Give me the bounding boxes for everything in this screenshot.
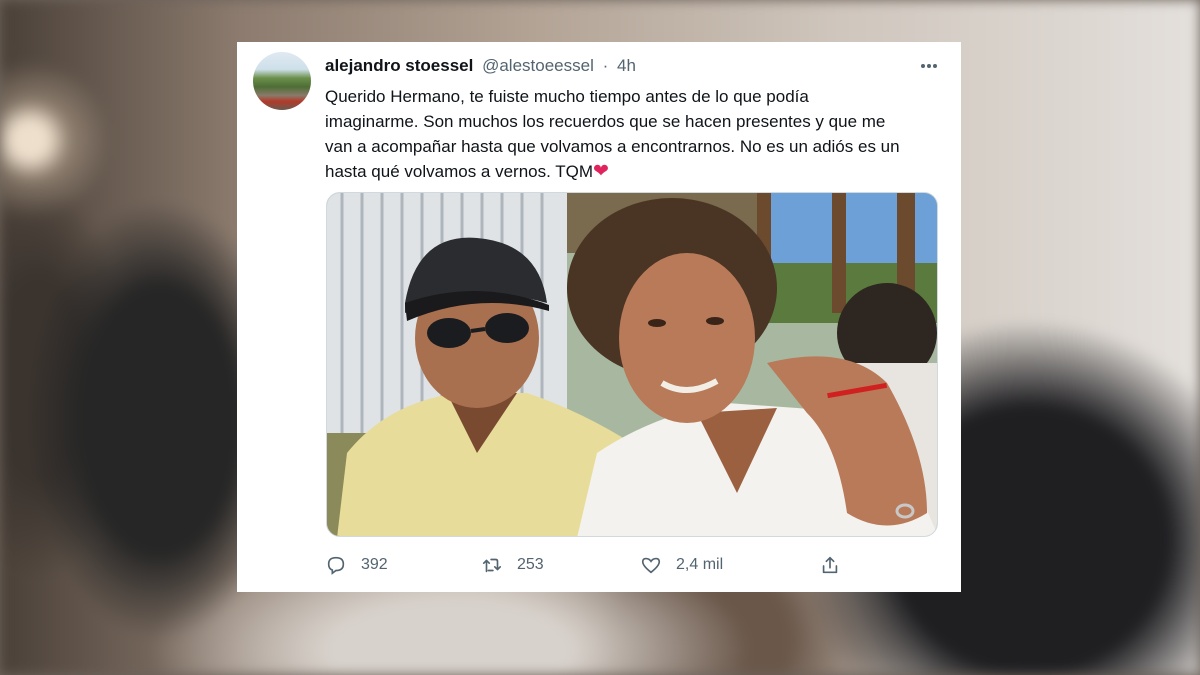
share-action[interactable]: [819, 554, 855, 576]
avatar[interactable]: [253, 52, 311, 110]
like-count: 2,4 mil: [676, 556, 724, 573]
reply-action[interactable]: 392: [325, 554, 388, 576]
reply-count: 392: [361, 556, 388, 573]
author-handle[interactable]: @alestoeessel: [482, 56, 594, 75]
tweet-text-line: van a acompañar hasta que volvamos a enc…: [325, 137, 900, 156]
reply-icon: [327, 556, 345, 575]
tweet-header: alejandro stoessel @alestoeessel · 4h: [325, 56, 636, 76]
share-icon: [822, 556, 838, 574]
tweet-text-line: hasta qué volvamos a vernos. TQM❤: [325, 161, 609, 182]
tweet-time[interactable]: 4h: [617, 56, 636, 75]
heart-outline-icon: [641, 557, 661, 574]
retweet-icon: [482, 558, 502, 573]
retweet-count: 253: [517, 556, 544, 573]
heart-emoji: ❤: [593, 161, 609, 182]
like-action[interactable]: 2,4 mil: [640, 554, 723, 576]
tweet-text: Querido Hermano, te fuiste mucho tiempo …: [325, 84, 935, 184]
more-horizontal-icon[interactable]: [919, 56, 939, 81]
author-name[interactable]: alejandro stoessel: [325, 56, 473, 75]
tweet-actions: 392 253 2,4 mil: [325, 554, 865, 580]
retweet-action[interactable]: 253: [481, 554, 544, 576]
photo-two-men: [327, 193, 937, 536]
tweet-card: alejandro stoessel @alestoeessel · 4h Qu…: [237, 42, 961, 592]
tweet-text-line: imaginarme. Son muchos los recuerdos que…: [325, 112, 886, 131]
tweet-text-line: Querido Hermano, te fuiste mucho tiempo …: [325, 87, 809, 106]
separator-dot: ·: [602, 56, 609, 75]
tweet-photo[interactable]: [326, 192, 938, 537]
